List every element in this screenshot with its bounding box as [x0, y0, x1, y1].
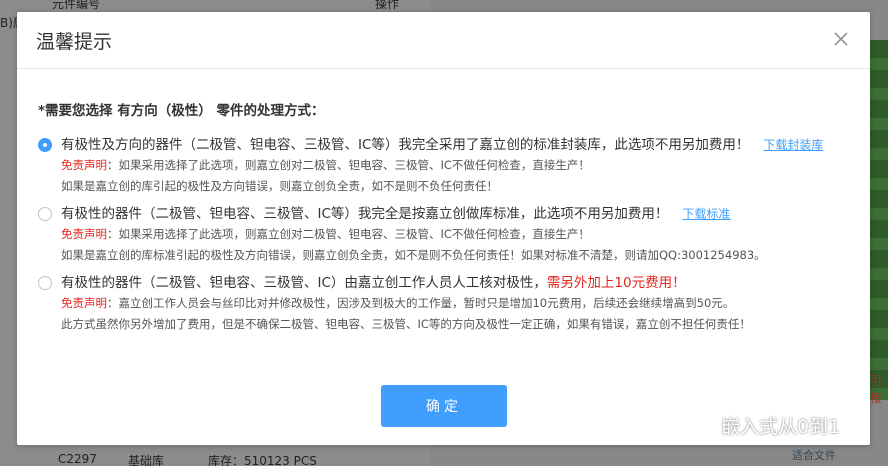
dialog-body: *需要您选择 有方向（极性） 零件的处理方式： 有极性及方向的器件（二极管、钽电…: [17, 69, 870, 335]
bg-row-stock: 库存：510123 PCS: [208, 454, 317, 466]
question-text: *需要您选择 有方向（极性） 零件的处理方式：: [38, 103, 325, 119]
option-2-note: 如果是嘉立创的库标准引起的极性及方向错误，则嘉立创负全责，如不是则不负任何责任！…: [61, 248, 766, 262]
option-2-disclaimer: ：如果采用选择了此选项，则嘉立创对二极管、钽电容、三极管、IC不做任何检查，直接…: [107, 227, 590, 241]
option-3-note: 此方式虽然你另外增加了费用，但是不确保二极管、钽电容、三极管、IC等的方向及极性…: [61, 317, 751, 331]
bg-row-lib: 基础库: [128, 454, 165, 466]
bg-col-action: 操作: [375, 0, 400, 11]
close-icon[interactable]: [832, 30, 850, 48]
radio-standard-library[interactable]: [38, 138, 52, 152]
wechat-icon: [686, 414, 714, 436]
watermark: 嵌入式从0到1: [685, 412, 840, 439]
option-manual-check[interactable]: 有极性的器件（二极管、钽电容、三极管、IC）由嘉立创工作人员人工核对极性，需另外…: [38, 273, 870, 335]
option-1-label: 有极性及方向的器件（二极管、钽电容、三极管、IC等）我完全采用了嘉立创的标准封装…: [61, 137, 750, 153]
dialog-title: 温馨提示: [36, 30, 113, 53]
confirm-button[interactable]: 确定: [381, 385, 507, 427]
disclaimer-label: 免责声明: [61, 296, 107, 310]
bg-row-code: C2297: [58, 452, 97, 466]
option-3-disclaimer: ：嘉立创工作人员会与丝印比对并修改极性，因涉及到极大的工作量，暂时只是增加10元…: [107, 296, 735, 310]
option-1-note: 如果是嘉立创的库引起的极性及方向错误，则嘉立创负全责，如不是则不负任何责任！: [61, 179, 498, 193]
disclaimer-label: 免责声明: [61, 227, 107, 241]
radio-manual-check[interactable]: [38, 276, 52, 290]
option-2-label: 有极性的器件（二极管、钽电容、三极管、IC等）我完全是按嘉立创做库标准，此选项不…: [61, 206, 669, 222]
bg-col-part-no: 元件编号: [52, 0, 101, 11]
download-standard-link[interactable]: 下载标准: [682, 207, 730, 221]
watermark-text: 嵌入式从0到1: [721, 416, 841, 438]
dialog-header: 温馨提示: [17, 12, 870, 69]
bg-right-red-clip: 引接: [870, 374, 883, 405]
option-3-fee: 需另外加上10元费用！: [546, 275, 686, 291]
option-1-disclaimer: ：如果采用选择了此选项，则嘉立创对二极管、钽电容、三极管、IC不做任何检查，直接…: [107, 158, 590, 172]
option-standard-rules[interactable]: 有极性的器件（二极管、钽电容、三极管、IC等）我完全是按嘉立创做库标准，此选项不…: [38, 204, 870, 266]
download-library-link[interactable]: 下载封装库: [763, 138, 823, 152]
disclaimer-label: 免责声明: [61, 158, 107, 172]
notice-dialog: 温馨提示 *需要您选择 有方向（极性） 零件的处理方式： 有极性及方向的器件（二…: [17, 12, 870, 445]
option-standard-library[interactable]: 有极性及方向的器件（二极管、钽电容、三极管、IC等）我完全采用了嘉立创的标准封装…: [38, 135, 870, 197]
bg-right-link-clip: 适合文件: [792, 449, 836, 462]
radio-standard-rules[interactable]: [38, 207, 52, 221]
option-3-label: 有极性的器件（二极管、钽电容、三极管、IC）由嘉立创工作人员人工核对极性，: [61, 275, 547, 291]
